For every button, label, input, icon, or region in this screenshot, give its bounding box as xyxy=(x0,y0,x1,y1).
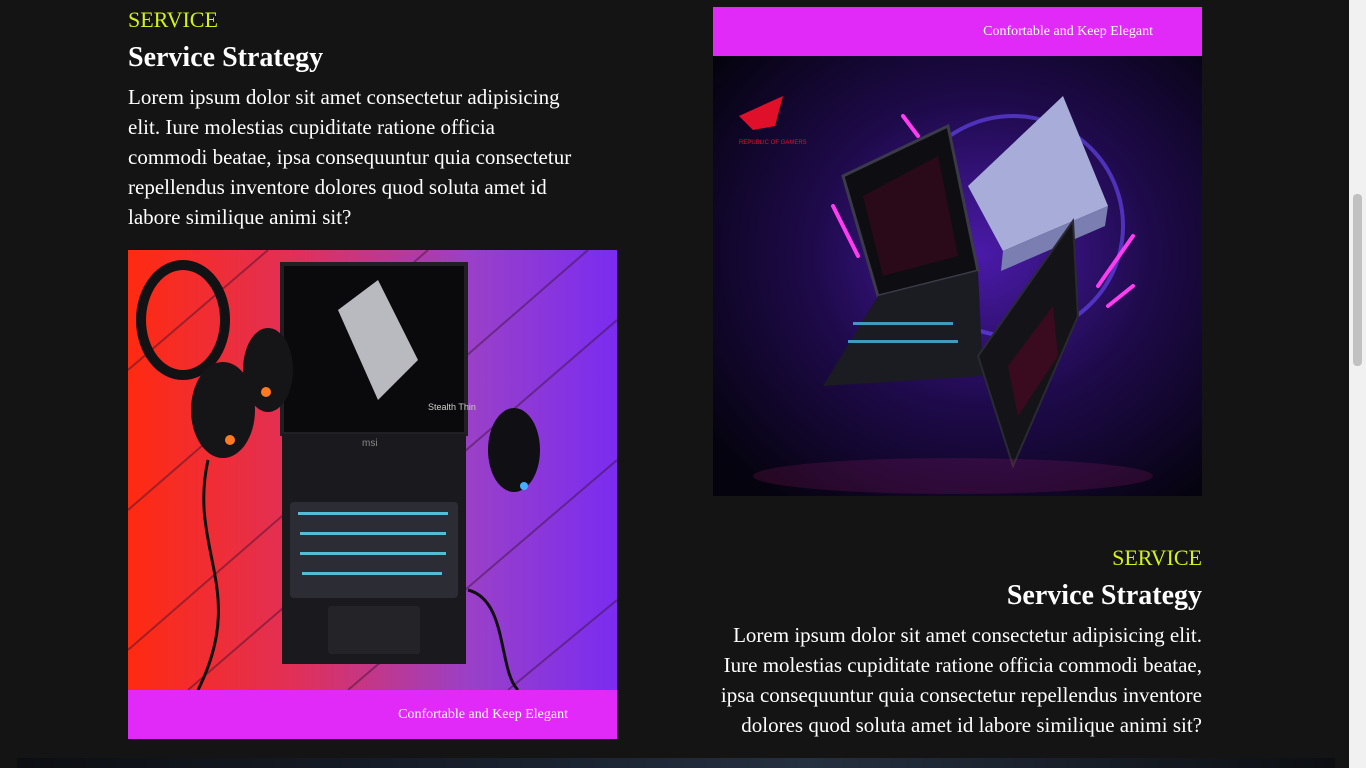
scrollbar-thumb[interactable] xyxy=(1353,194,1362,366)
section2-kicker: SERVICE xyxy=(1112,545,1202,570)
screen-text: Stealth Thin xyxy=(428,402,476,412)
section1-image-caption: Confortable and Keep Elegant xyxy=(128,690,617,739)
section2-title: Service Strategy xyxy=(1006,580,1202,611)
rog-laptops-image: REPUBLIC OF GAMERS xyxy=(713,56,1202,496)
rog-brand-text: REPUBLIC OF GAMERS xyxy=(739,140,807,146)
page-scrollbar[interactable] xyxy=(1349,0,1366,768)
laptop-logo-text: msi xyxy=(362,438,378,449)
section2-image-caption: Confortable and Keep Elegant xyxy=(713,7,1202,56)
section1-title: Service Strategy xyxy=(128,42,324,73)
section2-text: Lorem ipsum dolor sit amet consectetur a… xyxy=(720,623,1202,737)
section1-kicker: SERVICE xyxy=(128,7,218,32)
section1-text: Lorem ipsum dolor sit amet consectetur a… xyxy=(128,85,572,229)
next-section-edge xyxy=(17,758,1335,768)
gaming-laptop-headphones-image: Stealth Thin msi xyxy=(128,250,617,690)
